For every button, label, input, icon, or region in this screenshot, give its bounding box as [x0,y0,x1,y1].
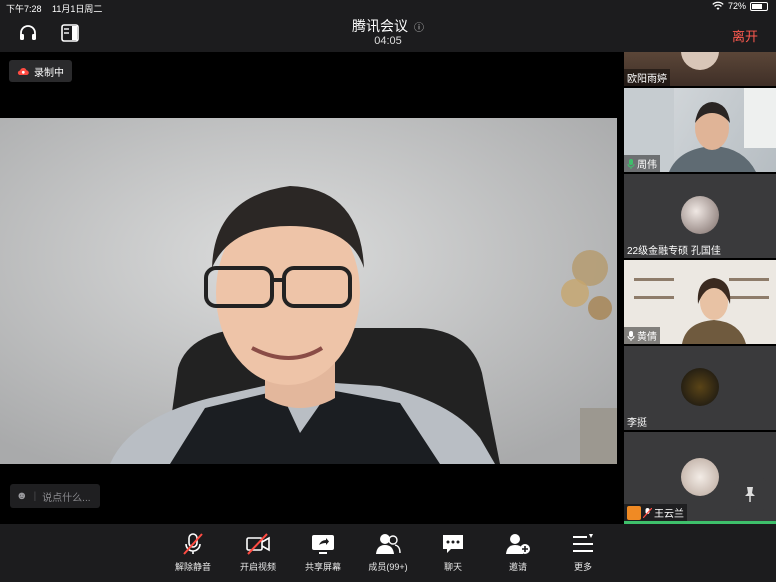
participant-tile[interactable]: 22级金融专硕 孔国佳 [624,174,776,258]
share-screen-label: 共享屏幕 [304,562,341,572]
emoji-icon[interactable]: ☻ [16,490,28,502]
mic-on-icon [627,158,635,169]
participant-name: 欧阳雨婷 [624,69,670,86]
wifi-icon [712,1,724,10]
battery-icon [750,1,768,11]
participant-name: 22级金融专硕 孔国佳 [624,241,724,258]
info-icon[interactable]: ⓘ [414,23,424,34]
participant-tile[interactable]: 黄倩 [624,260,776,344]
participant-name: 李挺 [624,413,650,430]
participant-name-text: 黄倩 [637,332,657,343]
start-video-button[interactable]: 开启视频 [226,532,290,573]
share-screen-icon [312,535,334,554]
battery-percent: 72% [727,1,746,11]
main-speaker-video[interactable] [0,118,617,464]
participant-name-text: 周伟 [637,160,657,171]
participant-tile[interactable]: 欧阳雨婷 [624,52,776,86]
participant-name-text: 22级金融专硕 孔国佳 [627,246,721,257]
participant-name: 王云兰 [624,504,687,521]
host-badge-icon [627,505,641,520]
meeting-title-text: 腾讯会议 [352,18,408,34]
mic-muted-icon [183,533,203,555]
members-icon [376,534,401,554]
avatar [681,196,719,234]
invite-label: 邀请 [508,562,527,572]
pin-icon [745,487,755,502]
participant-name-text: 李挺 [627,418,647,429]
invite-icon [506,534,530,554]
recording-label: 录制中 [34,67,64,79]
unmute-button[interactable]: 解除静音 [161,532,225,573]
avatar [681,52,719,70]
status-right: 72% [712,1,768,11]
more-button[interactable]: 更多 [551,532,615,573]
participant-name: 周伟 [624,155,660,172]
meeting-timer: 04:05 [374,35,402,47]
status-bar: 下午7:28 11月1日周二 72% [0,0,776,14]
meeting-title: 腾讯会议 ⓘ [0,16,776,36]
participant-tile[interactable]: 周伟 [624,88,776,172]
avatar [681,458,719,496]
share-screen-button[interactable]: 共享屏幕 [291,532,355,573]
members-label: 成员(99+) [368,562,408,572]
mic-muted-icon [643,507,652,518]
separator: | [33,490,37,502]
avatar [681,368,719,406]
pin-button[interactable] [734,478,766,510]
meeting-toolbar: 解除静音 开启视频 共享屏幕 成员(99+) 聊天 邀请 更多 [0,524,776,582]
participant-strip: 欧阳雨婷 周伟 22级金融专硕 孔国佳 黄倩 李挺 王云兰 [624,52,776,524]
participant-name-text: 欧阳雨婷 [627,74,667,85]
unmute-label: 解除静音 [174,562,211,572]
more-menu-icon [573,534,593,552]
start-video-label: 开启视频 [239,562,276,572]
leave-button[interactable]: 离开 [732,26,758,45]
cloud-record-icon [17,67,29,75]
camera-off-icon [246,533,270,555]
chat-label: 聊天 [443,562,462,572]
speaker-video-frame [0,118,617,464]
mic-on-icon [627,330,635,341]
participant-name-text: 王云兰 [654,509,684,520]
chat-input[interactable]: ☻ | 说点什么... [10,484,100,508]
chat-icon [443,535,463,553]
members-button[interactable]: 成员(99+) [356,532,420,573]
participant-tile[interactable]: 李挺 [624,346,776,430]
chat-placeholder: 说点什么... [42,492,91,504]
participant-name: 黄倩 [624,327,660,344]
more-label: 更多 [573,562,592,572]
chat-button[interactable]: 聊天 [421,532,485,573]
main-stage: 录制中 ☻ | 说点什么... [0,52,622,524]
recording-badge[interactable]: 录制中 [9,60,72,82]
invite-button[interactable]: 邀请 [486,532,550,573]
meeting-header: 腾讯会议 ⓘ 04:05 离开 [0,14,776,52]
